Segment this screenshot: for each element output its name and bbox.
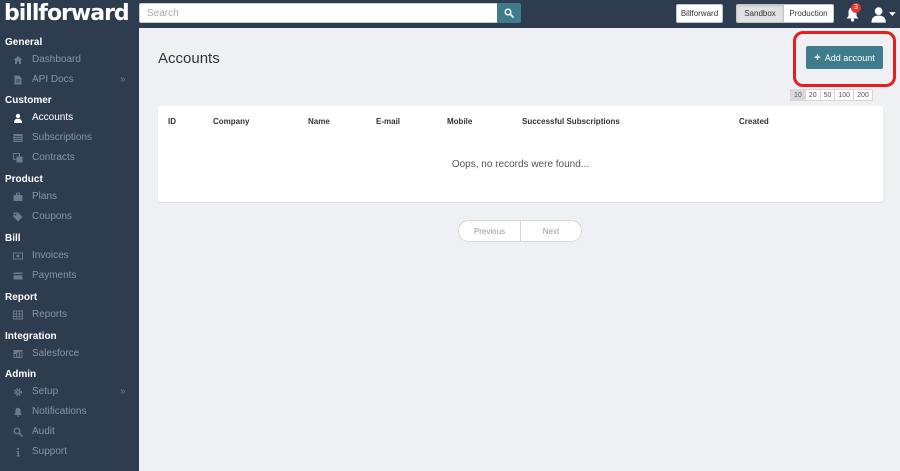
sidebar-section-bill: Bill [5, 233, 21, 244]
account-switch-button[interactable]: Billforward [676, 4, 723, 23]
sidebar-item-label: Invoices [32, 250, 69, 261]
sidebar-item-label: Salesforce [32, 348, 80, 359]
column-header-name[interactable]: Name [308, 117, 330, 126]
sidebar-section-admin: Admin [5, 369, 37, 380]
dashboard-icon [13, 349, 23, 359]
sidebar-item-label: Accounts [32, 112, 74, 123]
sidebar-item-label: Coupons [32, 211, 73, 222]
list-icon [13, 133, 23, 143]
env-production-button[interactable]: Production [784, 4, 834, 23]
sidebar-section-report: Report [5, 292, 38, 303]
page-size-option[interactable]: 200 [853, 89, 873, 101]
page-title: Accounts [158, 50, 220, 67]
env-sandbox-button[interactable]: Sandbox [736, 4, 784, 23]
sidebar-item-contracts[interactable]: Contracts [0, 149, 139, 167]
accounts-table: ID Company Name E-mail Mobile Successful… [158, 106, 883, 202]
column-header-company[interactable]: Company [213, 117, 249, 126]
column-header-successful-subscriptions[interactable]: Successful Subscriptions [522, 117, 620, 126]
sidebar-item-invoices[interactable]: Invoices [0, 247, 139, 265]
page-size-option[interactable]: 20 [804, 89, 821, 101]
next-page-button[interactable]: Next [519, 221, 581, 241]
sidebar-item-subscriptions[interactable]: Subscriptions [0, 129, 139, 147]
sidebar-item-notifications[interactable]: Notifications [0, 403, 139, 421]
sidebar-section-customer: Customer [5, 95, 52, 106]
sidebar-item-label: Setup [32, 386, 59, 397]
sidebar-item-plans[interactable]: Plans [0, 188, 139, 206]
sidebar-item-label: Support [32, 446, 68, 457]
sidebar-item-label: Reports [32, 309, 68, 320]
pagination: Previous Next [458, 220, 582, 242]
briefcase-icon [13, 192, 23, 202]
page-size-option[interactable]: 50 [819, 89, 836, 101]
money-icon [13, 251, 23, 261]
sidebar-item-label: API Docs [32, 74, 74, 85]
sidebar-item-dashboard[interactable]: Dashboard [0, 51, 139, 69]
notification-badge: 3 [851, 3, 861, 13]
sidebar-section-general: General [5, 37, 43, 48]
bell-icon [13, 407, 23, 417]
sidebar-item-coupons[interactable]: Coupons [0, 208, 139, 226]
sidebar-item-audit[interactable]: Audit [0, 423, 139, 441]
caret-down-icon [889, 11, 896, 16]
previous-page-button[interactable]: Previous [459, 221, 520, 241]
chevron-right-icon: » [120, 74, 126, 85]
search-icon [13, 427, 23, 437]
gear-icon [13, 387, 23, 397]
sidebar-item-setup[interactable]: Setup » [0, 383, 139, 401]
top-bar: billforward Billforward Sandbox Producti… [0, 0, 900, 28]
sidebar-item-payments[interactable]: Payments [0, 267, 139, 285]
sidebar-item-label: Notifications [32, 406, 87, 417]
sidebar-item-label: Subscriptions [32, 132, 93, 143]
column-header-created[interactable]: Created [739, 117, 769, 126]
sidebar-item-label: Plans [32, 191, 58, 202]
sidebar-item-label: Contracts [32, 152, 75, 163]
column-header-id[interactable]: ID [168, 117, 176, 126]
user-icon [871, 7, 886, 23]
column-header-email[interactable]: E-mail [376, 117, 400, 126]
sidebar: General Dashboard API Docs » Customer Ac… [0, 28, 139, 471]
user-icon [13, 113, 23, 123]
tag-icon [13, 212, 23, 222]
sidebar-item-api-docs[interactable]: API Docs » [0, 71, 139, 89]
sidebar-item-accounts[interactable]: Accounts [0, 109, 139, 127]
page-size-selector: 10 20 50 100 200 [790, 89, 873, 101]
document-icon [13, 75, 23, 85]
chevron-right-icon: » [120, 386, 126, 397]
search-input[interactable] [139, 3, 497, 23]
add-account-label: Add account [824, 52, 875, 63]
search-icon [504, 8, 514, 18]
sidebar-item-label: Dashboard [32, 54, 81, 65]
sidebar-item-salesforce[interactable]: Salesforce [0, 345, 139, 363]
sidebar-item-label: Audit [32, 426, 55, 437]
sidebar-item-reports[interactable]: Reports [0, 306, 139, 324]
add-account-button[interactable]: + Add account [806, 46, 883, 69]
app-logo[interactable]: billforward [4, 1, 130, 27]
page-size-option[interactable]: 10 [790, 89, 806, 101]
user-menu[interactable] [870, 4, 896, 24]
sidebar-section-product: Product [5, 174, 43, 185]
home-icon [13, 55, 23, 65]
credit-card-icon [13, 271, 23, 281]
empty-state-message: Oops, no records were found... [451, 159, 590, 170]
search-button[interactable] [497, 3, 521, 23]
info-icon [13, 447, 23, 457]
table-icon [13, 310, 23, 320]
sidebar-section-integration: Integration [5, 331, 57, 342]
sidebar-item-label: Payments [32, 270, 77, 281]
column-header-mobile[interactable]: Mobile [447, 117, 472, 126]
contracts-icon [13, 153, 23, 163]
page-size-option[interactable]: 100 [834, 89, 855, 101]
sidebar-item-support[interactable]: Support [0, 443, 139, 461]
plus-icon: + [814, 51, 821, 64]
